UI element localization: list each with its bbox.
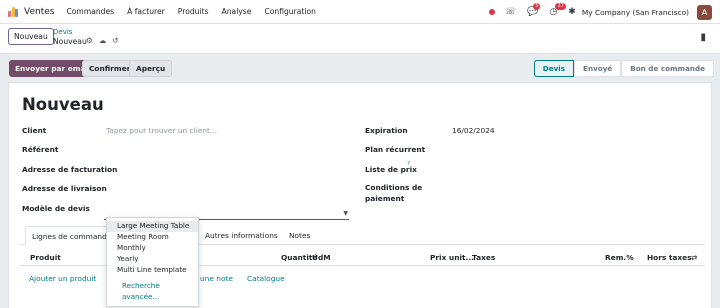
menu-configuration[interactable]: Configuration xyxy=(264,7,316,16)
dropdown-item[interactable]: Meeting Room xyxy=(107,232,198,243)
reference-label: Référent xyxy=(22,145,59,154)
caret-down-icon[interactable]: ▼ xyxy=(343,210,348,217)
billing-address-label: Adresse de facturation xyxy=(22,165,118,174)
dropdown-item[interactable]: Yearly xyxy=(107,254,198,265)
app-brand[interactable]: Ventes xyxy=(8,6,66,17)
messages-badge: 5 xyxy=(533,3,541,10)
dropdown-item[interactable]: Multi Line template xyxy=(107,265,198,276)
catalog-link[interactable]: Catalogue xyxy=(247,274,285,283)
user-avatar[interactable]: A xyxy=(697,4,712,20)
search-more-link[interactable]: Recherche avancée... xyxy=(107,281,198,301)
page-title: Nouveau xyxy=(22,95,104,114)
status-dot-icon[interactable] xyxy=(488,9,495,15)
expiration-input[interactable]: 16/02/2024 xyxy=(452,126,495,135)
tab-notes[interactable]: Notes xyxy=(283,226,316,245)
breadcrumb-parent[interactable]: Devis xyxy=(53,28,72,36)
document-icon[interactable]: ▮ xyxy=(700,32,706,43)
tab-order-lines[interactable]: Lignes de commande xyxy=(25,226,119,245)
col-subtotal[interactable]: Hors taxes xyxy=(647,253,692,262)
quote-template-label: Modèle de devis xyxy=(22,204,90,213)
activities-badge: 27 xyxy=(555,3,566,10)
menu-orders[interactable]: Commandes xyxy=(66,7,114,16)
expiration-label: Expiration xyxy=(365,126,408,135)
new-button[interactable]: Nouveau xyxy=(8,28,54,45)
menu-products[interactable]: Produits xyxy=(178,7,209,16)
action-bar: Envoyer par email Confirmer Aperçu Devis… xyxy=(0,54,720,84)
top-navbar: Ventes Commandes À facturer Produits Ana… xyxy=(0,0,720,24)
add-note-link[interactable]: une note xyxy=(200,274,233,283)
control-panel: Nouveau Devis Nouveau ⚙ ☁ ↺ ▮ xyxy=(0,24,720,54)
help-icon: ? xyxy=(407,161,410,167)
sales-app-icon xyxy=(8,6,18,17)
col-uom[interactable]: UdM xyxy=(312,253,331,262)
gear-icon[interactable]: ⚙ xyxy=(86,36,93,45)
col-product[interactable]: Produit xyxy=(30,253,61,262)
stage-quotation[interactable]: Devis xyxy=(533,60,575,77)
tab-other-info[interactable]: Autres informations xyxy=(199,226,284,245)
template-dropdown: Large Meeting Table Meeting Room Monthly… xyxy=(106,217,199,307)
settings-icon[interactable]: ✱ xyxy=(568,7,576,17)
stage-sales-order[interactable]: Bon de commande xyxy=(621,60,714,77)
status-bar: Devis Envoyé Bon de commande xyxy=(533,60,714,77)
col-discount[interactable]: Rem.% xyxy=(605,253,634,262)
clock-icon[interactable]: ◷ 27 xyxy=(549,3,566,17)
preview-button[interactable]: Aperçu xyxy=(129,60,173,77)
systray: ☏ 💬 5 ◷ 27 ✱ My Company (San Francisco) A xyxy=(488,0,712,24)
chat-icon[interactable]: 💬 5 xyxy=(527,3,541,17)
recurring-plan-label: Plan récurrent xyxy=(365,145,426,154)
delivery-address-label: Adresse de livraison xyxy=(22,184,107,193)
record-actions: ⚙ ☁ ↺ xyxy=(86,36,125,45)
col-unit-price[interactable]: Prix unit... xyxy=(430,253,474,262)
add-product-link[interactable]: Ajouter un produit xyxy=(29,274,96,283)
col-taxes[interactable]: Taxes xyxy=(472,253,495,262)
column-settings-icon[interactable]: ⇄ xyxy=(691,253,697,262)
client-label: Client xyxy=(22,126,47,135)
menu-reporting[interactable]: Analyse xyxy=(222,7,252,16)
breadcrumb-current: Nouveau xyxy=(53,37,87,46)
menu-to-invoice[interactable]: À facturer xyxy=(127,7,165,16)
company-switcher[interactable]: My Company (San Francisco) xyxy=(582,8,689,17)
cloud-save-icon[interactable]: ☁ xyxy=(99,36,107,45)
dropdown-item[interactable]: Large Meeting Table xyxy=(107,221,198,232)
app-name: Ventes xyxy=(24,6,55,17)
payment-terms-label-line2: paiement xyxy=(365,194,405,203)
dropdown-item[interactable]: Monthly xyxy=(107,243,198,254)
payment-terms-label-line1: Conditions de xyxy=(365,183,423,192)
stage-sent[interactable]: Envoyé xyxy=(574,60,622,77)
client-input[interactable]: Tapez pour trouver un client... xyxy=(106,126,217,135)
phone-icon[interactable]: ☏ xyxy=(505,7,516,17)
main-menu: Commandes À facturer Produits Analyse Co… xyxy=(66,7,328,16)
discard-icon[interactable]: ↺ xyxy=(112,36,118,45)
